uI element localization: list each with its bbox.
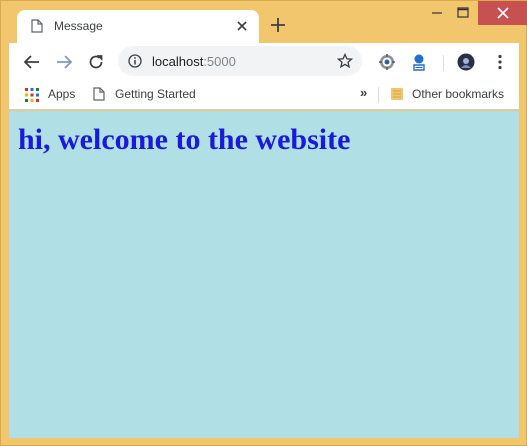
bookmark-star-icon[interactable] — [337, 53, 353, 69]
menu-dots-icon[interactable] — [491, 53, 509, 71]
extension-gear-icon[interactable] — [378, 53, 396, 71]
url-host: localhost — [152, 54, 204, 69]
close-window-button[interactable] — [478, 1, 527, 25]
bookmark-getting-started[interactable]: Getting Started — [115, 87, 196, 101]
new-tab-icon[interactable] — [269, 16, 287, 34]
back-arrow-icon[interactable] — [23, 53, 41, 71]
tab-strip: Message — [1, 1, 527, 43]
bookmark-other-bookmarks[interactable]: Other bookmarks — [412, 87, 504, 101]
info-icon[interactable] — [128, 54, 142, 68]
forward-arrow-icon[interactable] — [55, 53, 73, 71]
bookmarks-overflow-button[interactable]: » — [360, 85, 367, 100]
page-icon — [93, 87, 105, 101]
tab-title: Message — [54, 19, 103, 33]
address-bar[interactable]: localhost:5000 — [118, 46, 362, 76]
reload-icon[interactable] — [87, 53, 105, 71]
browser-toolbar: localhost:5000 — [9, 43, 519, 81]
page-icon — [31, 19, 43, 33]
apps-grid-icon[interactable] — [25, 88, 39, 102]
page-content: hi, welcome to the website — [9, 111, 519, 438]
url-port: :5000 — [203, 54, 236, 69]
url-text[interactable]: localhost:5000 — [152, 54, 236, 69]
bookmarks-bar: Apps Getting Started » Other bookmarks — [9, 81, 519, 110]
maximize-button[interactable] — [447, 1, 479, 25]
folder-icon — [391, 88, 403, 100]
bookmark-apps[interactable]: Apps — [48, 87, 75, 101]
close-tab-icon[interactable] — [235, 19, 249, 33]
welcome-heading: hi, welcome to the website — [18, 123, 351, 156]
toolbar-divider — [443, 55, 444, 71]
bookmarks-divider — [378, 87, 379, 103]
tab-message[interactable]: Message — [17, 10, 259, 43]
extension-badge-icon[interactable] — [410, 53, 428, 71]
profile-avatar[interactable] — [457, 53, 475, 71]
browser-window: Message localhost:5000 Apps Getting Star… — [0, 0, 527, 446]
